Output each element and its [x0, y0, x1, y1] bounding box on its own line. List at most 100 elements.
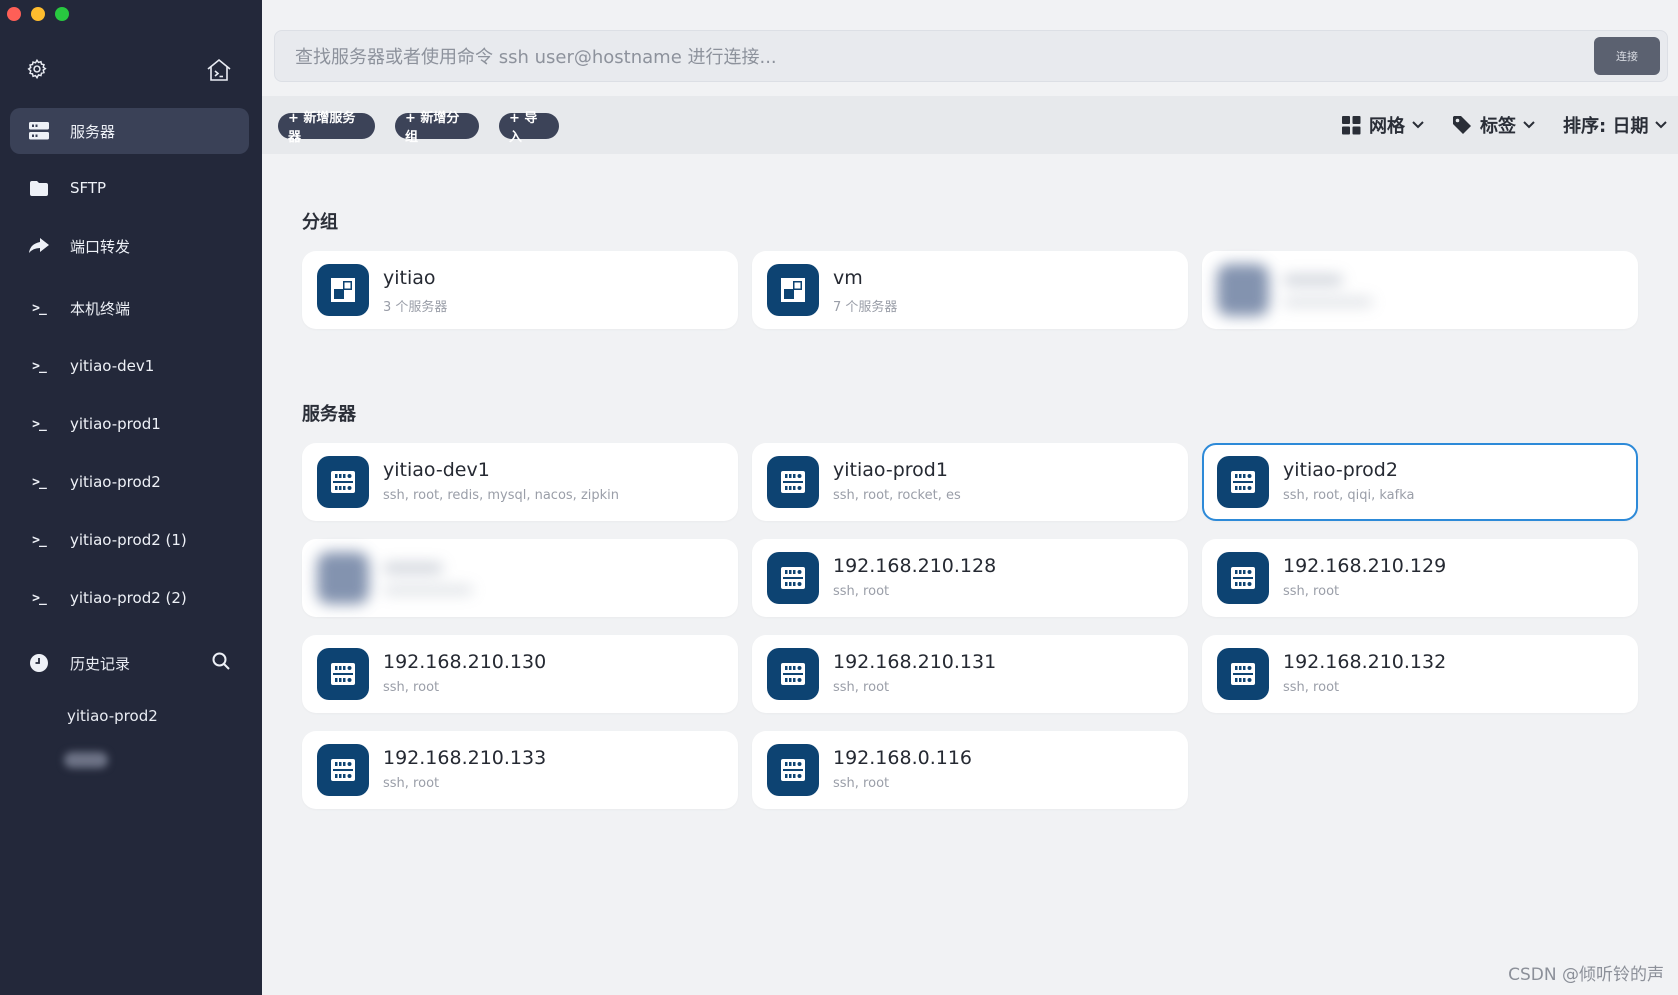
- server-icon: [767, 456, 819, 508]
- card-subtitle: ssh, root: [383, 680, 440, 695]
- search-icon[interactable]: [211, 651, 231, 675]
- sidebar-item[interactable]: >_ yitiao-prod2: [10, 459, 249, 505]
- server-card[interactable]: 192.168.210.130 ssh, root: [302, 635, 738, 713]
- redacted-content: [1202, 251, 1638, 329]
- sidebar-item-label: 端口转发: [70, 237, 131, 256]
- sidebar-item-label: 本机终端: [70, 299, 131, 318]
- sidebar-item[interactable]: >_ yitiao-prod2 (1): [10, 517, 249, 563]
- server-icon: [1217, 648, 1269, 700]
- watermark: CSDN @倾听铃的声: [1508, 965, 1664, 985]
- card-subtitle: ssh, root: [383, 776, 440, 791]
- group-card[interactable]: yitiao 3 个服务器: [302, 251, 738, 329]
- import-button[interactable]: + 导入: [499, 111, 559, 145]
- card-title: yitiao-prod2: [1283, 459, 1398, 481]
- card-subtitle: 7 个服务器: [833, 300, 898, 315]
- sidebar-item-label: 服务器: [70, 122, 116, 141]
- server-icon: [28, 122, 50, 140]
- server-icon: [1217, 552, 1269, 604]
- card-subtitle: ssh, root: [833, 776, 890, 791]
- terminal-icon: >_: [32, 590, 47, 606]
- terminal-icon: >_: [32, 532, 47, 548]
- history-item[interactable]: yitiao-prod2: [67, 707, 158, 725]
- server-icon: [767, 744, 819, 796]
- card-title: 192.168.210.131: [833, 651, 997, 673]
- server-icon: [1217, 456, 1269, 508]
- sidebar-item[interactable]: >_ yitiao-prod1: [10, 401, 249, 447]
- minimize-window-button[interactable]: [31, 7, 45, 21]
- terminal-icon: >_: [32, 416, 47, 432]
- card-title: 192.168.210.130: [383, 651, 547, 673]
- sidebar-item[interactable]: >_ yitiao-dev1: [10, 343, 249, 389]
- card-title: 192.168.210.129: [1283, 555, 1447, 577]
- card-title: yitiao-dev1: [383, 459, 490, 481]
- new-group-button[interactable]: + 新增分组: [395, 111, 479, 145]
- chevron-down-icon: [1654, 120, 1668, 130]
- sidebar-item[interactable]: >_ yitiao-prod2 (2): [10, 575, 249, 621]
- search-input[interactable]: [293, 31, 1527, 83]
- servers-section-title: 服务器: [302, 404, 356, 425]
- server-icon: [767, 648, 819, 700]
- sidebar-item[interactable]: 端口转发: [10, 223, 249, 269]
- folder-icon: [28, 180, 50, 196]
- redacted-group-card[interactable]: [1202, 251, 1638, 329]
- card-title: vm: [833, 267, 863, 289]
- sort-label: 排序: 日期: [1563, 116, 1649, 137]
- toolbar: + 新增服务器 + 新增分组 + 导入 网格 标签 排序: 日期: [262, 96, 1678, 154]
- home-terminal-icon[interactable]: [206, 58, 232, 86]
- sidebar-item-label: yitiao-prod2 (1): [70, 531, 187, 549]
- card-title: 192.168.210.132: [1283, 651, 1447, 673]
- server-card[interactable]: yitiao-prod2 ssh, root, qiqi, kafka: [1202, 443, 1638, 521]
- server-card[interactable]: yitiao-prod1 ssh, root, rocket, es: [752, 443, 1188, 521]
- sidebar-item-label: yitiao-prod1: [70, 415, 161, 433]
- tags-dropdown[interactable]: 标签: [1452, 112, 1536, 138]
- new-server-button[interactable]: + 新增服务器: [278, 111, 375, 145]
- card-title: 192.168.210.128: [833, 555, 997, 577]
- server-card[interactable]: 192.168.210.128 ssh, root: [752, 539, 1188, 617]
- gear-icon[interactable]: [26, 58, 48, 84]
- grid-icon: [1342, 115, 1361, 135]
- server-card[interactable]: 192.168.210.129 ssh, root: [1202, 539, 1638, 617]
- sidebar-item[interactable]: >_ 本机终端: [10, 285, 249, 331]
- sidebar: 服务器 SFTP 端口转发 >_ 本机终端 >_ yitiao-dev1 >_ yitiao-p…: [0, 0, 262, 995]
- server-card[interactable]: 192.168.210.131 ssh, root: [752, 635, 1188, 713]
- server-card[interactable]: yitiao-dev1 ssh, root, redis, mysql, naco…: [302, 443, 738, 521]
- server-card[interactable]: 192.168.0.116 ssh, root: [752, 731, 1188, 809]
- terminal-icon: >_: [32, 474, 47, 490]
- card-title: yitiao: [383, 267, 436, 289]
- sidebar-item[interactable]: 服务器: [10, 108, 249, 154]
- connect-button[interactable]: 连接: [1594, 37, 1660, 75]
- tag-icon: [1452, 115, 1472, 135]
- sidebar-item-label: SFTP: [70, 179, 107, 197]
- history-label: 历史记录: [70, 654, 131, 673]
- card-subtitle: ssh, root, rocket, es: [833, 488, 961, 503]
- server-card[interactable]: 192.168.210.133 ssh, root: [302, 731, 738, 809]
- sort-dropdown[interactable]: 排序: 日期: [1563, 112, 1668, 138]
- close-window-button[interactable]: [7, 7, 21, 21]
- sidebar-item-label: yitiao-prod2 (2): [70, 589, 187, 607]
- card-subtitle: ssh, root: [1283, 584, 1340, 599]
- server-icon: [317, 744, 369, 796]
- main-panel: 连接 + 新增服务器 + 新增分组 + 导入 网格 标签 排序: 日期: [262, 0, 1678, 995]
- chevron-down-icon: [1522, 120, 1536, 130]
- tags-label: 标签: [1480, 116, 1516, 137]
- clock-icon: [28, 653, 50, 673]
- group-icon: [767, 264, 819, 316]
- card-subtitle: 3 个服务器: [383, 300, 448, 315]
- group-card[interactable]: vm 7 个服务器: [752, 251, 1188, 329]
- redacted-server-card[interactable]: [302, 539, 738, 617]
- server-icon: [317, 456, 369, 508]
- server-icon: [317, 648, 369, 700]
- server-icon: [767, 552, 819, 604]
- group-icon: [317, 264, 369, 316]
- view-mode-label: 网格: [1369, 116, 1405, 137]
- server-card[interactable]: 192.168.210.132 ssh, root: [1202, 635, 1638, 713]
- sidebar-item-label: yitiao-prod2: [70, 473, 161, 491]
- maximize-window-button[interactable]: [55, 7, 69, 21]
- card-title: 192.168.210.133: [383, 747, 547, 769]
- search-bar: 连接: [274, 30, 1668, 83]
- view-mode-dropdown[interactable]: 网格: [1342, 112, 1425, 138]
- card-title: 192.168.0.116: [833, 747, 973, 769]
- forward-arrow-icon: [28, 238, 50, 254]
- groups-section-title: 分组: [302, 212, 338, 233]
- sidebar-item[interactable]: SFTP: [10, 165, 249, 211]
